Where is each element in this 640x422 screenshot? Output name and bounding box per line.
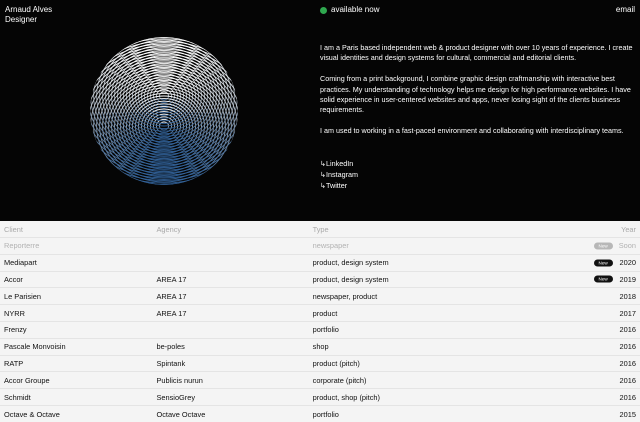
agency-cell: SensioGrey	[156, 388, 313, 406]
column-header-agency[interactable]: Agency	[156, 222, 312, 238]
agency-cell	[156, 320, 313, 339]
agency-cell: AREA 17	[156, 287, 313, 305]
type-cell: product, design system New	[312, 253, 619, 272]
type-label: newspaper	[312, 241, 349, 251]
year-cell: 2019	[618, 270, 640, 288]
social-links: ↳LinkedIn ↳Instagram ↳Twitter	[320, 159, 358, 191]
client-cell: Schmidt	[0, 388, 157, 406]
table-header-row: Client Agency Type Year	[0, 222, 640, 238]
table-row[interactable]: Mediapart product, design system New 2020	[0, 253, 640, 272]
year-cell: 2018	[618, 287, 640, 305]
client-cell: Octave & Octave	[0, 404, 157, 422]
table-row[interactable]: RATP Spintank product (pitch) 2016	[0, 354, 640, 372]
status-label: available now	[331, 5, 380, 14]
bio-text: I am a Paris based independent web & pro…	[320, 43, 636, 147]
new-badge: New	[593, 275, 613, 283]
new-badge: New	[593, 259, 613, 267]
type-cell: portfolio	[312, 404, 619, 422]
year-cell: Soon	[618, 237, 640, 255]
client-cell: Pascale Monvoisin	[0, 337, 157, 356]
designer-name[interactable]: Arnaud Alves	[5, 5, 52, 15]
type-cell: portfolio	[312, 320, 619, 339]
year-cell: 2016	[618, 337, 640, 356]
email-link[interactable]: email	[616, 5, 635, 15]
hero-section: Arnaud Alves Designer available now emai…	[0, 0, 640, 221]
type-label: product, design system	[312, 258, 389, 268]
table-row[interactable]: Octave & Octave Octave Octave portfolio 201…	[0, 404, 640, 422]
client-cell: Reporterre	[0, 237, 157, 255]
table-row[interactable]: Accor Groupe Publicis nurun corporate (pit…	[0, 371, 640, 389]
linkedin-link[interactable]: ↳LinkedIn	[320, 159, 358, 170]
table-row[interactable]: Accor AREA 17 product, design system New 201…	[0, 270, 640, 288]
client-cell: RATP	[0, 354, 157, 372]
bio-paragraph: I am a Paris based independent web & pro…	[320, 43, 633, 63]
twitter-link[interactable]: ↳Twitter	[320, 181, 358, 192]
year-cell: 2017	[618, 304, 640, 322]
year-cell: 2016	[618, 354, 640, 372]
table-row[interactable]: Reporterre newspaper New Soon	[0, 237, 640, 255]
client-cell: Frenzy	[0, 320, 157, 339]
bio-paragraph: Coming from a print background, I combin…	[320, 74, 631, 115]
availability-status: available now	[320, 5, 379, 15]
type-cell: product, design system New	[312, 270, 619, 288]
agency-cell: Spintank	[156, 354, 313, 372]
year-cell: 2015	[618, 404, 640, 422]
type-cell: newspaper, product	[312, 287, 619, 305]
year-cell: 2020	[618, 253, 640, 272]
table-row[interactable]: NYRR AREA 17 product 2017	[0, 304, 640, 322]
agency-cell: Octave Octave	[156, 404, 313, 422]
client-cell: Accor	[0, 270, 157, 288]
column-header-year[interactable]: Year	[619, 222, 640, 238]
concentric-circle-artwork	[90, 37, 238, 185]
site-identity: Arnaud Alves Designer	[5, 5, 52, 25]
year-cell: 2016	[618, 320, 640, 339]
projects-table: Client Agency Type Year Reporterre newspa…	[0, 222, 640, 422]
table-row[interactable]: Pascale Monvoisin be-poles shop 2016	[0, 337, 640, 356]
year-cell: 2016	[618, 371, 640, 389]
client-cell: Mediapart	[0, 253, 157, 272]
type-cell: product, shop (pitch)	[312, 388, 619, 406]
column-header-type[interactable]: Type	[313, 222, 619, 238]
table-row[interactable]: Frenzy portfolio 2016	[0, 320, 640, 339]
agency-cell	[156, 253, 313, 272]
status-dot-icon	[320, 6, 327, 14]
designer-role: Designer	[5, 15, 38, 24]
type-cell: product	[312, 304, 619, 322]
agency-cell	[156, 237, 313, 255]
agency-cell: be-poles	[156, 337, 313, 356]
bio-paragraph: I am used to working in a fast-paced env…	[320, 126, 624, 136]
agency-cell: AREA 17	[156, 304, 313, 322]
type-cell: shop	[312, 337, 619, 356]
new-badge: New	[593, 242, 613, 250]
year-cell: 2016	[618, 388, 640, 406]
type-cell: corporate (pitch)	[312, 371, 619, 389]
agency-cell: Publicis nurun	[156, 371, 313, 389]
type-cell: product (pitch)	[312, 354, 619, 372]
table-row[interactable]: Le Parisien AREA 17 newspaper, product 2018	[0, 287, 640, 305]
type-label: product, design system	[312, 274, 389, 284]
type-cell: newspaper New	[312, 237, 619, 255]
table-row[interactable]: Schmidt SensioGrey product, shop (pitch) 20…	[0, 388, 640, 406]
client-cell: Accor Groupe	[0, 371, 157, 389]
agency-cell: AREA 17	[156, 270, 313, 288]
client-cell: Le Parisien	[0, 287, 157, 305]
column-header-client[interactable]: Client	[0, 222, 156, 238]
client-cell: NYRR	[0, 304, 157, 322]
instagram-link[interactable]: ↳Instagram	[320, 170, 358, 181]
